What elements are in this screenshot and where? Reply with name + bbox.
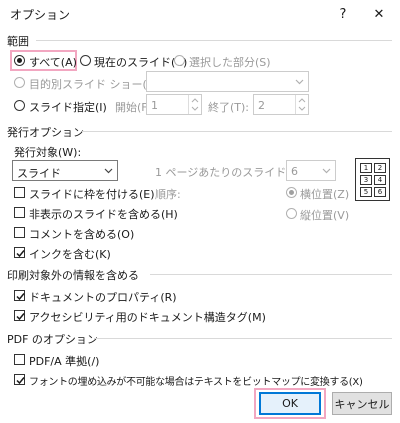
preview-slide: 6 [374,187,386,197]
slides-range-label[interactable]: スライド指定(I) [29,99,107,115]
doc-props-label[interactable]: ドキュメントのプロパティ(R) [29,289,177,305]
nonprint-divider [150,274,392,275]
checkmark-icon [16,293,25,301]
range-heading: 範囲 [7,35,29,48]
spinner-arrows-icon [295,95,308,114]
chevron-down-icon [99,161,117,180]
accessibility-checkbox[interactable] [14,310,25,321]
doc-props-checkbox[interactable] [14,290,25,301]
selection-radio[interactable] [174,55,185,66]
target-select[interactable]: スライド [12,160,118,181]
custom-show-select[interactable] [146,71,309,92]
preview-slide: 4 [374,175,386,185]
selection-label: 選択した部分(S) [189,56,271,69]
help-button[interactable]: ? [326,0,360,28]
bitmap-label[interactable]: フォントの埋め込みが不可能な場合はテキストをビットマップに変換する(X) [29,373,363,388]
end-spinner[interactable]: 2 [253,94,309,115]
pdfa-label[interactable]: PDF/A 準拠(/) [29,353,99,369]
preview-slide: 5 [360,187,372,197]
spinner-arrows-icon [188,95,201,114]
horizontal-label: 横位置(Z) [300,188,350,201]
nonprint-heading: 印刷対象外の情報を含める [7,269,139,282]
ink-label[interactable]: インクを含む(K) [29,246,111,262]
options-dialog: オプション ? ✕ 範囲 すべて(A) 現在のスライド(C) 選択した部分(S)… [0,0,400,423]
pdfa-checkbox[interactable] [14,354,25,365]
frame-checkbox[interactable] [14,187,25,198]
horizontal-radio[interactable] [286,187,297,198]
target-label: 発行対象(W): [14,146,82,159]
pdf-heading: PDF のオプション [7,333,98,346]
ok-button[interactable]: OK [259,392,321,415]
all-radio[interactable] [14,55,25,66]
slides-range-radio[interactable] [14,100,25,111]
accessibility-label[interactable]: アクセシビリティ用のドキュメント構造タグ(M) [29,309,266,325]
preview-slide: 1 [360,163,372,173]
hidden-slides-label[interactable]: 非表示のスライドを含める(H) [29,206,178,222]
custom-show-radio[interactable] [14,77,25,88]
start-spinner[interactable]: 1 [146,94,202,115]
frame-label[interactable]: スライドに枠を付ける(E) [29,186,155,202]
ink-checkbox[interactable] [14,247,25,258]
all-label[interactable]: すべて(A) [29,54,77,70]
close-button[interactable]: ✕ [362,0,396,28]
help-icon: ? [339,6,347,22]
pdf-divider [94,338,392,339]
chevron-down-icon [290,72,308,91]
custom-show-label: 目的別スライド ショー(O): [29,78,164,91]
per-page-select[interactable]: 6 [286,160,336,181]
preview-slide: 2 [374,163,386,173]
vertical-radio[interactable] [286,208,297,219]
end-label: 終了(T): [208,101,250,114]
dialog-title: オプション [10,8,71,22]
vertical-label: 縦位置(V) [300,209,350,222]
current-slide-radio[interactable] [80,55,91,66]
chevron-down-icon [317,161,335,180]
close-icon: ✕ [373,6,385,22]
order-label: 順序: [155,188,181,201]
comments-checkbox[interactable] [14,227,25,238]
checkmark-icon [16,250,25,258]
range-divider [36,40,392,41]
preview-slide: 3 [360,175,372,185]
comments-label[interactable]: コメントを含める(O) [29,226,134,242]
layout-preview: 1 2 3 4 5 6 [355,158,390,201]
checkmark-icon [16,377,25,385]
publish-divider [82,131,392,132]
hidden-slides-checkbox[interactable] [14,207,25,218]
cancel-button[interactable]: キャンセル [332,392,392,415]
publish-heading: 発行オプション [7,126,84,139]
bitmap-checkbox[interactable] [14,374,25,385]
checkmark-icon [16,313,25,321]
